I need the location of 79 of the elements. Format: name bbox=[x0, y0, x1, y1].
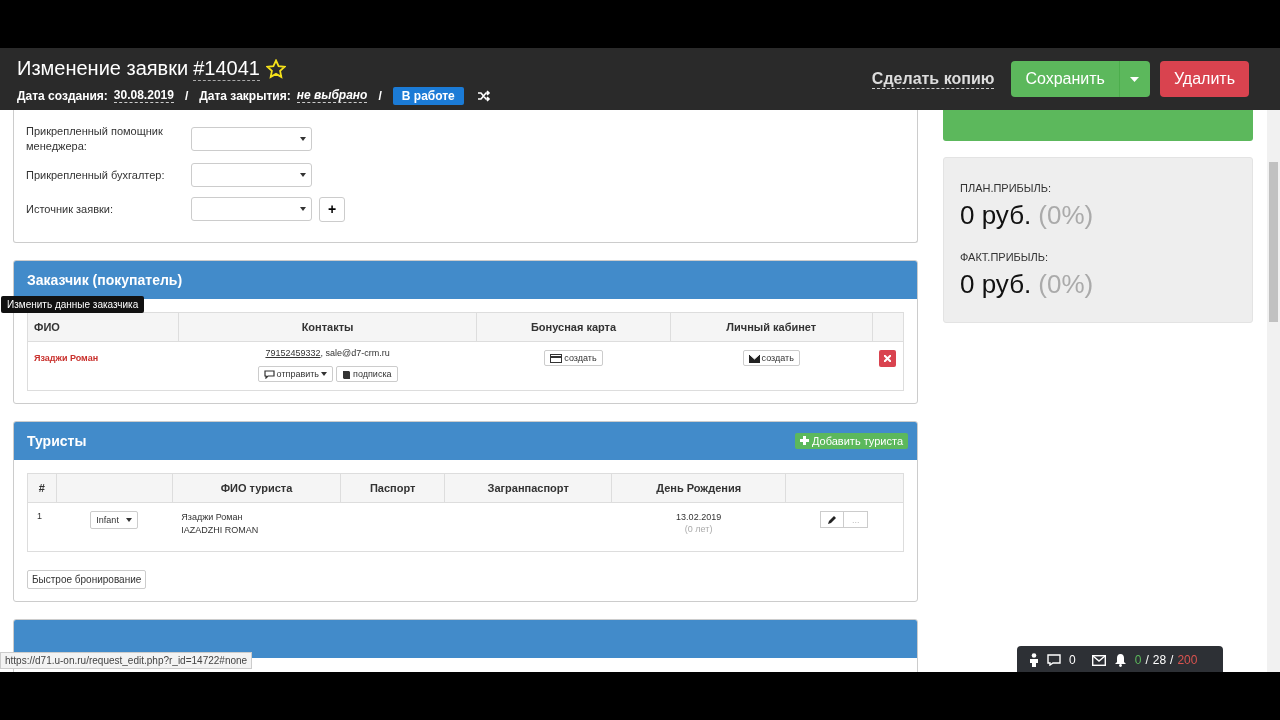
select-field[interactable] bbox=[191, 163, 312, 187]
save-dropdown-button[interactable] bbox=[1118, 61, 1150, 97]
mail-icon bbox=[1091, 654, 1106, 666]
envelope-icon bbox=[748, 353, 760, 363]
separator-slash: / bbox=[378, 88, 382, 103]
column-header: ФИО bbox=[27, 312, 179, 342]
notification-count: 200 bbox=[1177, 653, 1198, 667]
request-number-link[interactable]: #14041 bbox=[193, 56, 260, 81]
profit-label: ФАКТ.ПРИБЫЛЬ: bbox=[960, 251, 1050, 263]
caret-icon bbox=[300, 207, 306, 211]
panel-title: Туристы bbox=[27, 433, 87, 449]
caret-icon bbox=[300, 137, 306, 141]
column-header: Личный кабинет bbox=[670, 312, 873, 342]
chat-count: 0 bbox=[1069, 653, 1076, 667]
caret-icon bbox=[321, 372, 328, 376]
customer-name-link[interactable]: Язаджи Роман bbox=[34, 353, 99, 363]
profit-percent: (0%) bbox=[1038, 269, 1094, 300]
closed-date-link[interactable]: не выбрано bbox=[296, 88, 368, 103]
panel-title: Заказчик (покупатель) bbox=[27, 272, 183, 288]
create-card-button[interactable]: создать bbox=[544, 350, 603, 366]
credit-card-icon bbox=[550, 353, 563, 363]
pencil-icon bbox=[827, 514, 838, 525]
chat-icon bbox=[1047, 654, 1061, 666]
scrollbar[interactable] bbox=[1267, 110, 1280, 672]
notification-count: 28 bbox=[1152, 653, 1167, 667]
chat-icon bbox=[263, 369, 275, 379]
select-field[interactable] bbox=[191, 127, 312, 151]
closed-label: Дата закрытия: bbox=[199, 88, 291, 103]
person-icon bbox=[1029, 653, 1039, 667]
created-label: Дата создания: bbox=[17, 88, 108, 103]
tourist-type-select[interactable]: Infant bbox=[90, 511, 138, 529]
caret-icon bbox=[300, 173, 306, 177]
created-date-link[interactable]: 30.08.2019 bbox=[113, 88, 174, 103]
column-header: # bbox=[27, 473, 56, 503]
add-button[interactable]: + bbox=[319, 196, 345, 222]
select-field[interactable] bbox=[191, 197, 312, 221]
send-dropdown-button[interactable]: отправить bbox=[257, 366, 334, 382]
create-cabinet-button[interactable]: создать bbox=[742, 350, 800, 366]
column-header: Контакты bbox=[178, 312, 477, 342]
profit-label: ПЛАН.ПРИБЫЛЬ: bbox=[960, 182, 1053, 194]
subscription-button[interactable]: подписка bbox=[336, 366, 398, 382]
book-icon bbox=[342, 369, 352, 379]
profit-amount: 0 руб. bbox=[960, 200, 1032, 231]
separator-slash: / bbox=[1145, 653, 1149, 667]
email-text: , sale@d7-crm.ru bbox=[320, 348, 390, 358]
close-icon bbox=[884, 355, 892, 362]
field-label: Прикрепленный бухгалтер: bbox=[26, 167, 166, 183]
field-label: Источник заявки: bbox=[26, 201, 114, 217]
tooltip: Изменить данные заказчика bbox=[1, 296, 145, 313]
caret-icon bbox=[125, 518, 132, 522]
separator-slash: / bbox=[1170, 653, 1174, 667]
plus-icon bbox=[799, 436, 809, 445]
status-button[interactable]: В работе bbox=[392, 86, 464, 105]
column-header: ФИО туриста bbox=[172, 473, 341, 503]
tourist-name: Язаджи Роман bbox=[181, 511, 244, 524]
profit-amount: 0 руб. bbox=[960, 269, 1032, 300]
column-header: Загранпаспорт bbox=[444, 473, 612, 503]
caret-icon bbox=[1130, 76, 1140, 82]
remove-button[interactable] bbox=[879, 350, 897, 367]
birthday: 13.02.2019 bbox=[675, 511, 723, 524]
delete-button[interactable]: Удалить bbox=[1159, 61, 1249, 97]
edit-button[interactable] bbox=[820, 511, 845, 528]
column-header: День Рождения bbox=[611, 473, 786, 503]
notification-count: 0 bbox=[1134, 653, 1142, 667]
bell-icon bbox=[1113, 653, 1127, 667]
table-cell: 1 bbox=[27, 502, 56, 552]
column-header: Паспорт bbox=[340, 473, 445, 503]
age-text: (0 лет) bbox=[683, 524, 714, 534]
tourist-name-latin: IAZADZHI ROMAN bbox=[181, 524, 260, 537]
page-title: Изменение заявки bbox=[17, 57, 189, 80]
shuffle-icon bbox=[476, 89, 491, 102]
separator-slash: / bbox=[184, 88, 189, 103]
profit-percent: (0%) bbox=[1038, 200, 1094, 231]
copy-link[interactable]: Сделать копию bbox=[871, 69, 995, 89]
column-header: Бонусная карта bbox=[476, 312, 671, 342]
phone-link[interactable]: 79152459332 bbox=[265, 348, 321, 358]
quick-booking-button[interactable]: Быстрое бронирование bbox=[27, 570, 147, 589]
status-url: https://d71.u-on.ru/request_edit.php?r_id=14722#none bbox=[0, 652, 253, 669]
field-label: Прикрепленный помощник менеджера: bbox=[26, 124, 164, 154]
